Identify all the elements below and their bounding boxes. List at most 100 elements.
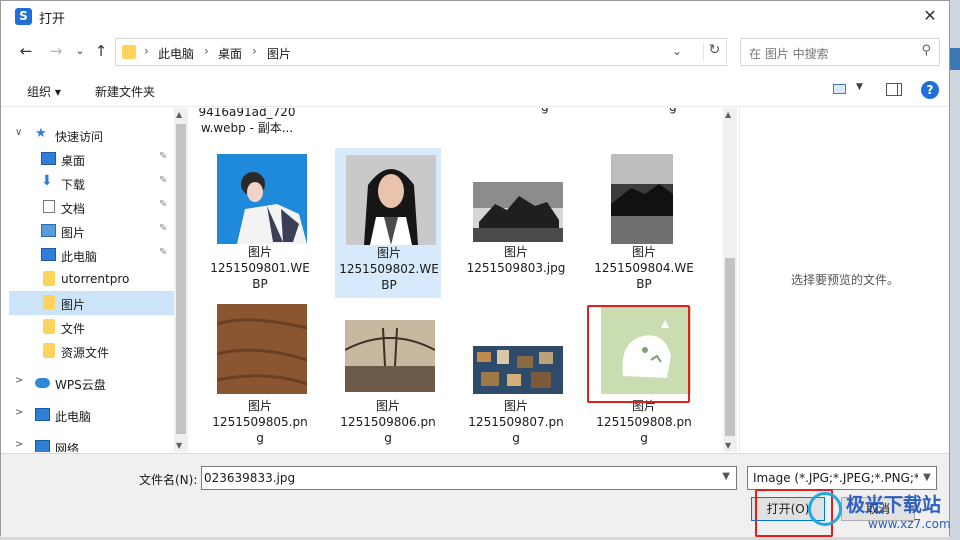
forward-arrow-icon[interactable]: → xyxy=(47,41,65,61)
sidebar-item-label: utorrentpro xyxy=(61,272,130,286)
file-item[interactable]: 图片 1251509803.jpg xyxy=(463,148,569,298)
breadcrumb-pictures[interactable]: 图片 xyxy=(267,45,291,62)
file-item[interactable]: 图片 1251509807.pn g xyxy=(463,302,569,452)
back-arrow-icon[interactable]: ← xyxy=(17,41,35,61)
search-box[interactable]: 在 图片 中搜索 ⚲ xyxy=(740,38,940,66)
document-icon xyxy=(43,200,55,213)
expand-chevron-icon[interactable]: > xyxy=(15,375,23,386)
sidebar-item-desktop[interactable]: 桌面 ✎ xyxy=(9,147,174,171)
star-icon: ★ xyxy=(35,126,47,141)
change-view-icon[interactable] xyxy=(833,84,846,94)
sidebar-item-files[interactable]: 文件 xyxy=(9,315,174,339)
expand-chevron-icon[interactable]: > xyxy=(15,439,23,450)
file-thumbnail xyxy=(473,182,563,245)
computer-icon xyxy=(41,248,56,261)
pin-icon: ✎ xyxy=(159,247,168,258)
refresh-icon[interactable]: ↻ xyxy=(703,42,725,62)
expand-chevron-icon[interactable]: ∨ xyxy=(15,127,22,138)
scroll-up-icon[interactable]: ▲ xyxy=(176,110,182,119)
file-name: 图片 1251509807.pn g xyxy=(468,399,564,445)
watermark-logo-icon xyxy=(808,492,842,526)
open-file-dialog: S 打开 ✕ ← → ⌄ ↑ › 此电脑 › 桌面 › 图片 ⌄ ↻ 在 图片 … xyxy=(0,0,950,537)
sidebar-scrollbar[interactable]: ▲ ▼ xyxy=(174,108,188,452)
search-placeholder: 在 图片 中搜索 xyxy=(749,47,829,61)
sidebar-item-pictures[interactable]: 图片 ✎ xyxy=(9,219,174,243)
file-item[interactable]: 图片 1251509805.pn g xyxy=(207,302,313,452)
sidebar-item-quick-access[interactable]: ∨ ★ 快速访问 xyxy=(9,123,174,147)
file-item[interactable]: 图片 1251509806.pn g xyxy=(335,302,441,452)
file-item-partial[interactable]: 9416a91ad_720 w.webp - 副本... xyxy=(194,108,300,136)
sidebar-item-label: WPS云盘 xyxy=(55,378,106,392)
sidebar-item-utorrentpro[interactable]: utorrentpro xyxy=(9,267,174,291)
pin-icon: ✎ xyxy=(159,151,168,162)
breadcrumb-desktop[interactable]: 桌面 xyxy=(218,45,242,62)
sidebar-item-this-pc[interactable]: > 此电脑 xyxy=(9,403,174,427)
folder-icon xyxy=(122,45,136,59)
preview-pane-icon[interactable] xyxy=(886,83,902,96)
file-name: 图片 1251509805.pn g xyxy=(212,399,308,445)
navigation-bar: ← → ⌄ ↑ › 此电脑 › 桌面 › 图片 ⌄ ↻ 在 图片 中搜索 ⚲ xyxy=(1,35,949,69)
address-dropdown-icon[interactable]: ⌄ xyxy=(672,44,682,58)
preview-message: 选择要预览的文件。 xyxy=(790,273,899,287)
sidebar-item-downloads[interactable]: ⬇ 下载 ✎ xyxy=(9,171,174,195)
sidebar-item-this-pc-quick[interactable]: 此电脑 ✎ xyxy=(9,243,174,267)
view-options-dropdown-icon[interactable]: ▼ xyxy=(856,82,863,92)
folder-icon xyxy=(43,271,55,286)
sidebar-item-label: 下载 xyxy=(61,178,86,192)
file-item[interactable]: 图片 1251509801.WE BP xyxy=(207,148,313,298)
folder-icon xyxy=(43,319,55,334)
sidebar-item-label: 图片 xyxy=(61,226,86,240)
sidebar-item-network[interactable]: > 网络 xyxy=(9,435,174,452)
file-name-fragment: g xyxy=(669,108,677,114)
cloud-icon xyxy=(35,378,50,388)
scroll-down-icon[interactable]: ▼ xyxy=(725,441,731,450)
file-name: 图片 1251509804.WE BP xyxy=(594,245,694,291)
organize-button[interactable]: 组织 ▾ xyxy=(27,83,61,100)
chevron-down-icon[interactable]: ▼ xyxy=(722,471,730,482)
recent-locations-dropdown-icon[interactable]: ⌄ xyxy=(71,41,89,61)
file-name-fragment: g xyxy=(541,108,549,114)
new-folder-button[interactable]: 新建文件夹 xyxy=(95,83,155,100)
desktop-icon xyxy=(41,152,56,165)
breadcrumb-this-pc[interactable]: 此电脑 xyxy=(158,45,194,62)
chevron-down-icon[interactable]: ▼ xyxy=(918,467,936,489)
file-thumbnail xyxy=(346,155,436,248)
sidebar-item-label: 网络 xyxy=(55,442,80,452)
search-icon[interactable]: ⚲ xyxy=(921,43,931,58)
sidebar-item-pictures-folder[interactable]: 图片 xyxy=(9,291,174,315)
address-bar[interactable]: › 此电脑 › 桌面 › 图片 ⌄ ↻ xyxy=(115,38,727,66)
breadcrumb-separator-icon: › xyxy=(252,44,257,58)
scrollbar-thumb[interactable] xyxy=(725,258,735,436)
close-icon[interactable]: ✕ xyxy=(917,5,943,27)
site-watermark: 极光下载站 www.xz7.com xyxy=(808,490,951,536)
sidebar-item-documents[interactable]: 文档 ✎ xyxy=(9,195,174,219)
expand-chevron-icon[interactable]: > xyxy=(15,407,23,418)
file-list-scrollbar[interactable]: ▲ ▼ xyxy=(723,108,737,452)
preview-pane: 选择要预览的文件。 xyxy=(739,108,949,452)
file-type-select[interactable]: Image (*.JPG;*.JPEG;*.PNG;*.B ▼ xyxy=(747,466,937,490)
file-name: 图片 1251509806.pn g xyxy=(340,399,436,445)
breadcrumb-separator-icon: › xyxy=(144,44,149,58)
file-item-selected[interactable]: 图片 1251509802.WE BP xyxy=(335,148,441,298)
pin-icon: ✎ xyxy=(159,175,168,186)
pictures-icon xyxy=(41,224,56,237)
file-name-line: w.webp - 副本... xyxy=(200,121,294,135)
filename-input[interactable]: 023639833.jpg ▼ xyxy=(201,466,737,490)
file-thumbnail xyxy=(611,154,673,247)
sidebar-item-label: 快速访问 xyxy=(55,130,104,144)
file-item[interactable]: 图片 1251509804.WE BP xyxy=(591,148,697,298)
sidebar-item-wps-cloud[interactable]: > WPS云盘 xyxy=(9,371,174,395)
scrollbar-thumb[interactable] xyxy=(176,124,186,434)
file-name: 图片 1251509808.pn g xyxy=(596,399,692,445)
sidebar-item-label: 此电脑 xyxy=(55,410,92,424)
scroll-down-icon[interactable]: ▼ xyxy=(176,441,182,450)
sidebar-item-resources[interactable]: 资源文件 xyxy=(9,339,174,363)
scroll-up-icon[interactable]: ▲ xyxy=(725,110,731,119)
up-arrow-icon[interactable]: ↑ xyxy=(92,41,110,61)
sidebar-item-label: 文档 xyxy=(61,202,86,216)
command-toolbar: 组织 ▾ 新建文件夹 ▼ ? xyxy=(1,73,949,107)
help-icon[interactable]: ? xyxy=(921,81,939,99)
title-bar: S 打开 ✕ xyxy=(1,1,949,31)
filename-value: 023639833.jpg xyxy=(204,471,296,485)
folder-icon xyxy=(43,295,55,310)
